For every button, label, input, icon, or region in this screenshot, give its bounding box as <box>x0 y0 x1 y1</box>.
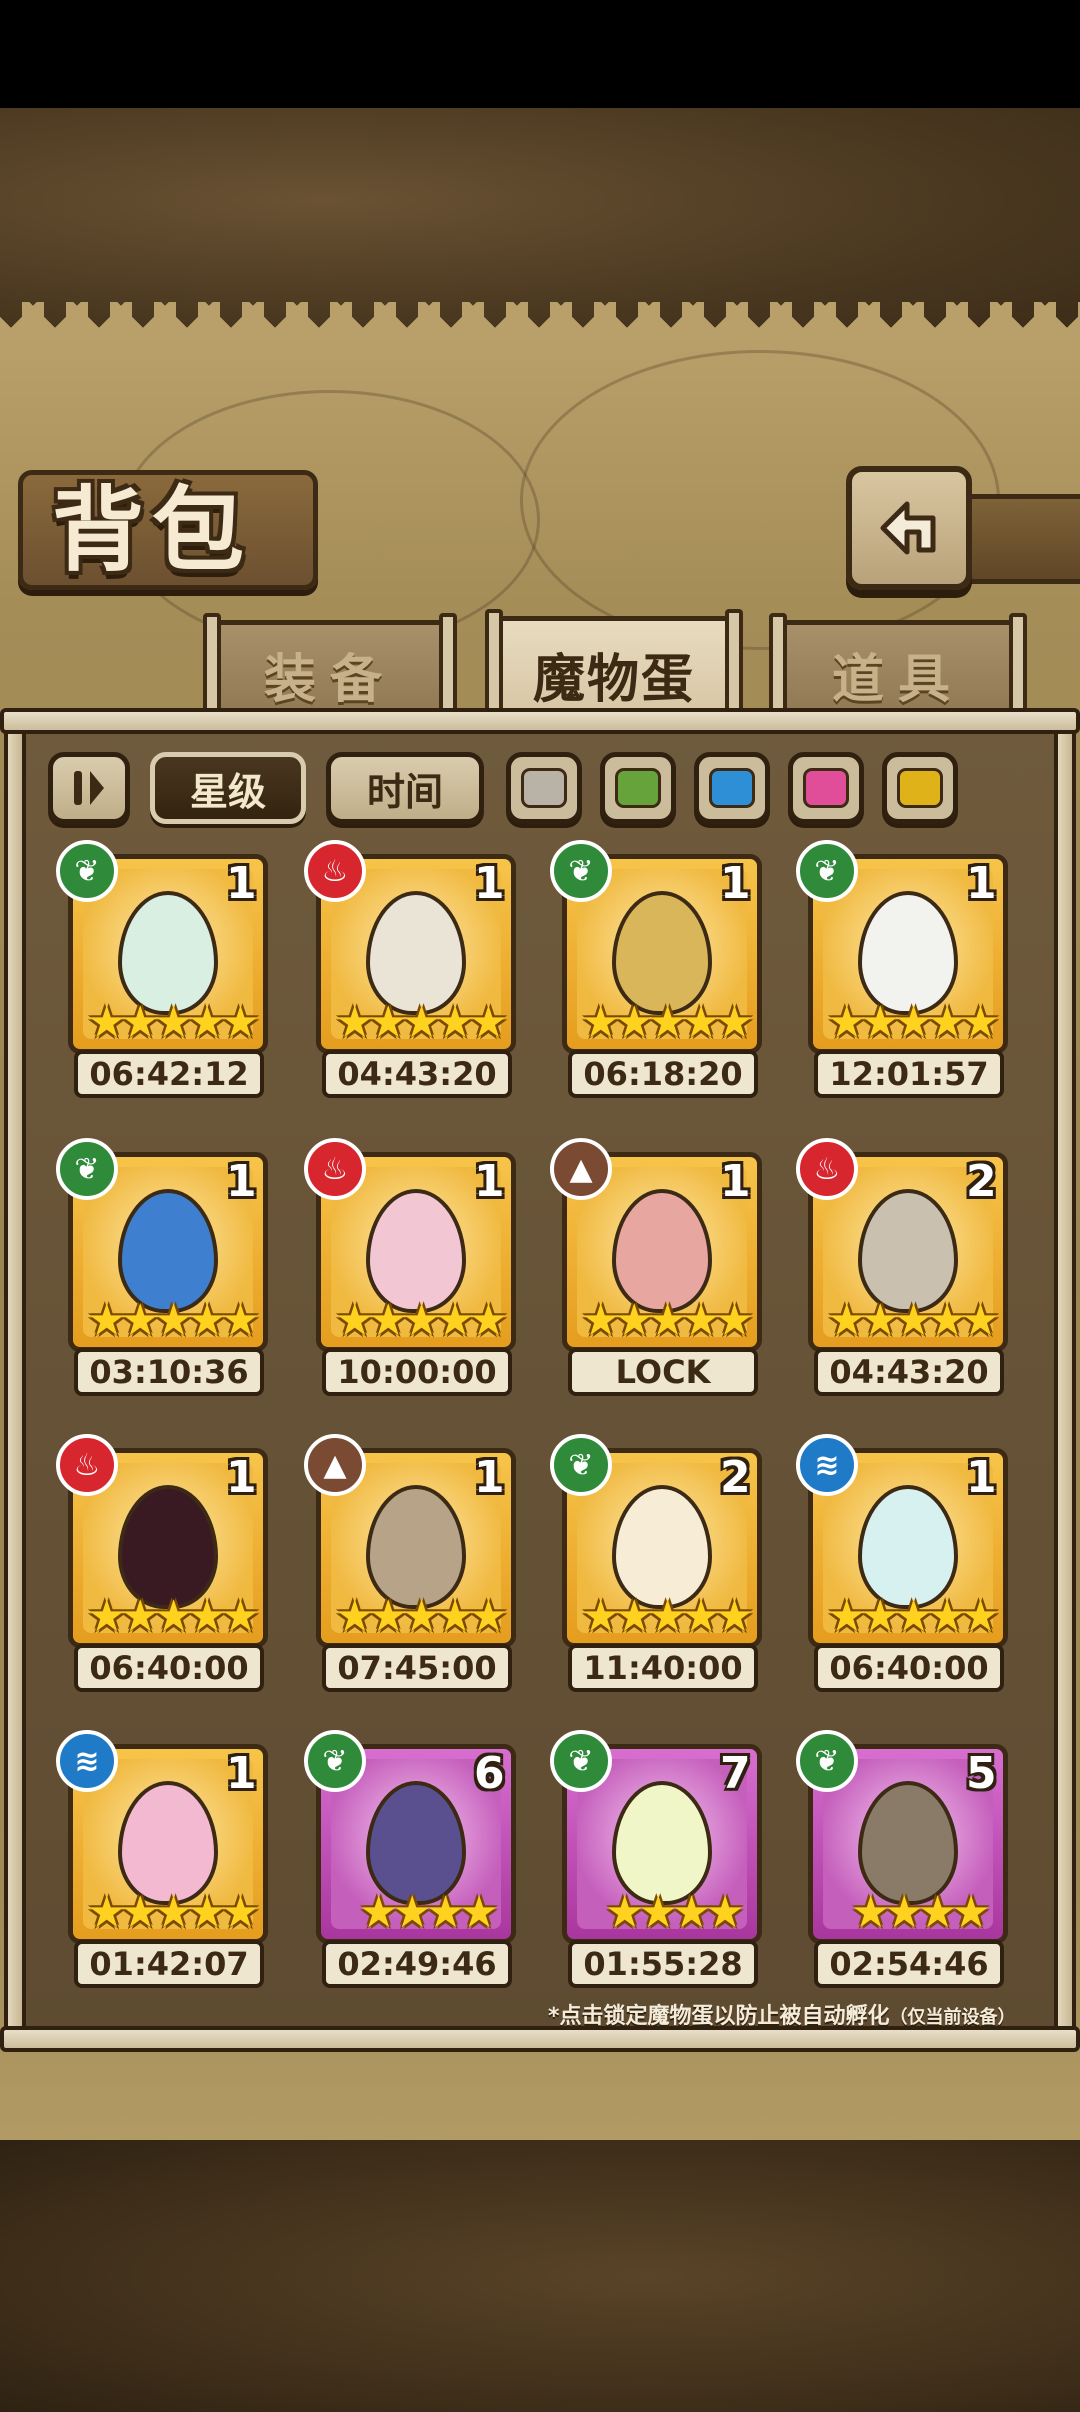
waves-icon: ≋ <box>796 1434 858 1496</box>
filter-swatch-pink[interactable] <box>788 752 864 824</box>
hatch-timer: 06:40:00 <box>814 1644 1004 1692</box>
swatch-color <box>803 768 849 808</box>
sort-by-time-button[interactable]: 时间 <box>326 752 484 824</box>
filter-swatch-gray[interactable] <box>506 752 582 824</box>
hatch-timer: 10:00:00 <box>322 1348 512 1396</box>
star-rating: ★★★★★ <box>335 1591 508 1642</box>
swatch-color <box>521 768 567 808</box>
mountain-icon: ▲ <box>550 1138 612 1200</box>
panel-post-right <box>1054 730 1076 2030</box>
status-bar-area <box>0 0 1080 108</box>
sort-order-toggle[interactable] <box>48 752 130 824</box>
panel-post-left <box>4 730 26 2030</box>
egg-count: 1 <box>474 1156 505 1207</box>
egg-count: 1 <box>966 858 997 909</box>
lock-hint-suffix: （仅当前设备） <box>889 2007 1016 2028</box>
hatch-timer: 02:54:46 <box>814 1940 1004 1988</box>
egg-count: 6 <box>474 1748 505 1799</box>
leaf-icon: ❦ <box>550 1730 612 1792</box>
leaf-icon: ❦ <box>304 1730 366 1792</box>
hatch-timer: 04:43:20 <box>814 1348 1004 1396</box>
hatch-timer: 12:01:57 <box>814 1050 1004 1098</box>
egg-count: 1 <box>226 858 257 909</box>
tab-label: 魔物蛋 <box>532 649 695 710</box>
filter-swatch-blue[interactable] <box>694 752 770 824</box>
egg-count: 1 <box>474 858 505 909</box>
egg-count: 1 <box>720 1156 751 1207</box>
swatch-color <box>709 768 755 808</box>
leaf-icon: ❦ <box>796 1730 858 1792</box>
egg-count: 2 <box>966 1156 997 1207</box>
star-rating: ★★★★ <box>851 1887 991 1938</box>
flame-icon: ♨ <box>796 1138 858 1200</box>
star-rating: ★★★★★ <box>87 1295 260 1346</box>
star-rating: ★★★★★ <box>87 1887 260 1938</box>
star-rating: ★★★★★ <box>581 1295 754 1346</box>
egg-count: 1 <box>474 1452 505 1503</box>
flame-icon: ♨ <box>56 1434 118 1496</box>
hatch-timer: 02:49:46 <box>322 1940 512 1988</box>
star-rating: ★★★★★ <box>581 997 754 1048</box>
hatch-timer: 06:40:00 <box>74 1644 264 1692</box>
leaf-icon: ❦ <box>796 840 858 902</box>
back-button[interactable] <box>846 466 972 590</box>
egg-count: 7 <box>720 1748 751 1799</box>
egg-count: 1 <box>720 858 751 909</box>
star-rating: ★★★★★ <box>827 1591 1000 1642</box>
star-rating: ★★★★★ <box>827 997 1000 1048</box>
flame-icon: ♨ <box>304 1138 366 1200</box>
egg-count: 1 <box>226 1748 257 1799</box>
hatch-timer: 07:45:00 <box>322 1644 512 1692</box>
waves-icon: ≋ <box>56 1730 118 1792</box>
egg-count: 5 <box>966 1748 997 1799</box>
star-rating: ★★★★★ <box>827 1295 1000 1346</box>
filter-swatch-yellow[interactable] <box>882 752 958 824</box>
star-rating: ★★★★ <box>605 1887 745 1938</box>
leaf-icon: ❦ <box>550 1434 612 1496</box>
hatch-timer: 11:40:00 <box>568 1644 758 1692</box>
star-rating: ★★★★★ <box>87 1591 260 1642</box>
tab-label: 道具 <box>831 649 964 710</box>
back-button-rail <box>970 494 1080 584</box>
star-rating: ★★★★★ <box>87 997 260 1048</box>
hatch-timer: 06:18:20 <box>568 1050 758 1098</box>
hatch-timer: 01:42:07 <box>74 1940 264 1988</box>
map-background-bottom <box>0 2140 1080 2412</box>
panel-rail-top <box>0 708 1080 734</box>
lock-hint-main: *点击锁定魔物蛋以防止被自动孵化 <box>548 2004 890 2029</box>
star-rating: ★★★★★ <box>335 997 508 1048</box>
lock-label: LOCK <box>568 1348 758 1396</box>
hatch-timer: 03:10:36 <box>74 1348 264 1396</box>
tab-label: 装备 <box>263 649 396 710</box>
hatch-timer: 01:55:28 <box>568 1940 758 1988</box>
egg-count: 1 <box>226 1156 257 1207</box>
lock-hint-text: *点击锁定魔物蛋以防止被自动孵化（仅当前设备） <box>548 1998 1016 2030</box>
flame-icon: ♨ <box>304 840 366 902</box>
sort-by-stars-button[interactable]: 星级 <box>150 752 306 824</box>
swatch-color <box>615 768 661 808</box>
leaf-icon: ❦ <box>56 840 118 902</box>
star-rating: ★★★★ <box>359 1887 499 1938</box>
hatch-timer: 06:42:12 <box>74 1050 264 1098</box>
mountain-icon: ▲ <box>304 1434 366 1496</box>
egg-count: 1 <box>966 1452 997 1503</box>
hatch-timer: 04:43:20 <box>322 1050 512 1098</box>
swatch-color <box>897 768 943 808</box>
leaf-icon: ❦ <box>56 1138 118 1200</box>
star-rating: ★★★★★ <box>335 1295 508 1346</box>
filter-swatch-green[interactable] <box>600 752 676 824</box>
leaf-icon: ❦ <box>550 840 612 902</box>
star-rating: ★★★★★ <box>581 1591 754 1642</box>
page-title: 背包 <box>52 476 253 584</box>
back-arrow-icon <box>880 501 936 555</box>
egg-count: 2 <box>720 1452 751 1503</box>
sort-direction-icon <box>74 771 104 805</box>
egg-count: 1 <box>226 1452 257 1503</box>
